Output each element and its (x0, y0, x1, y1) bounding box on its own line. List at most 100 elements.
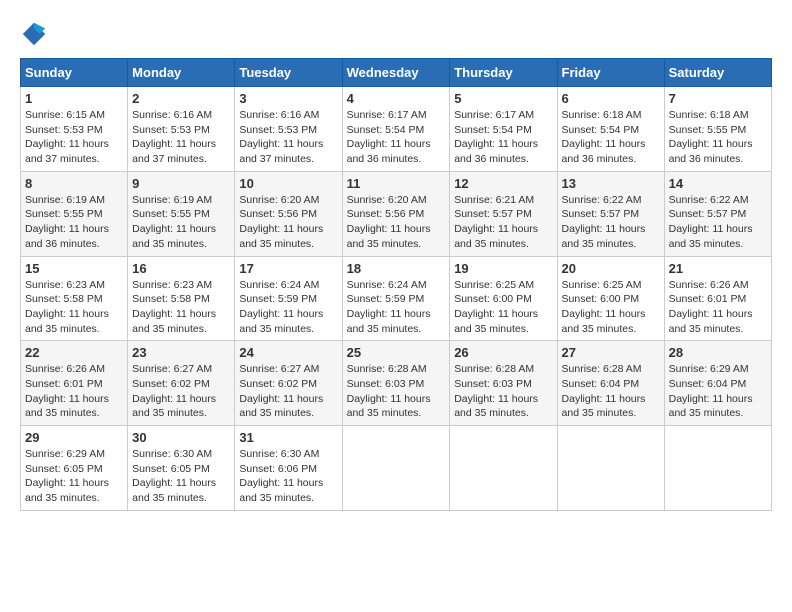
weekday-header: Friday (557, 59, 664, 87)
weekday-header: Monday (128, 59, 235, 87)
day-info: Sunrise: 6:23 AMSunset: 5:58 PMDaylight:… (132, 278, 230, 337)
calendar-day-cell: 7 Sunrise: 6:18 AMSunset: 5:55 PMDayligh… (664, 87, 771, 172)
day-info: Sunrise: 6:21 AMSunset: 5:57 PMDaylight:… (454, 193, 552, 252)
calendar-day-cell: 17 Sunrise: 6:24 AMSunset: 5:59 PMDaylig… (235, 256, 342, 341)
day-number: 21 (669, 261, 767, 276)
day-number: 14 (669, 176, 767, 191)
weekday-header: Thursday (450, 59, 557, 87)
day-info: Sunrise: 6:16 AMSunset: 5:53 PMDaylight:… (132, 108, 230, 167)
day-number: 1 (25, 91, 123, 106)
calendar-day-cell: 11 Sunrise: 6:20 AMSunset: 5:56 PMDaylig… (342, 171, 450, 256)
day-number: 2 (132, 91, 230, 106)
weekday-header: Wednesday (342, 59, 450, 87)
day-number: 23 (132, 345, 230, 360)
calendar-day-cell: 23 Sunrise: 6:27 AMSunset: 6:02 PMDaylig… (128, 341, 235, 426)
day-info: Sunrise: 6:30 AMSunset: 6:05 PMDaylight:… (132, 447, 230, 506)
calendar-week-row: 15 Sunrise: 6:23 AMSunset: 5:58 PMDaylig… (21, 256, 772, 341)
day-number: 30 (132, 430, 230, 445)
calendar-week-row: 22 Sunrise: 6:26 AMSunset: 6:01 PMDaylig… (21, 341, 772, 426)
day-number: 7 (669, 91, 767, 106)
day-info: Sunrise: 6:15 AMSunset: 5:53 PMDaylight:… (25, 108, 123, 167)
day-number: 29 (25, 430, 123, 445)
calendar-day-cell: 1 Sunrise: 6:15 AMSunset: 5:53 PMDayligh… (21, 87, 128, 172)
calendar-day-cell: 16 Sunrise: 6:23 AMSunset: 5:58 PMDaylig… (128, 256, 235, 341)
day-info: Sunrise: 6:29 AMSunset: 6:04 PMDaylight:… (669, 362, 767, 421)
day-info: Sunrise: 6:18 AMSunset: 5:54 PMDaylight:… (562, 108, 660, 167)
calendar-day-cell: 12 Sunrise: 6:21 AMSunset: 5:57 PMDaylig… (450, 171, 557, 256)
calendar-day-cell: 31 Sunrise: 6:30 AMSunset: 6:06 PMDaylig… (235, 426, 342, 511)
day-number: 16 (132, 261, 230, 276)
day-info: Sunrise: 6:27 AMSunset: 6:02 PMDaylight:… (132, 362, 230, 421)
calendar-day-cell: 22 Sunrise: 6:26 AMSunset: 6:01 PMDaylig… (21, 341, 128, 426)
day-number: 13 (562, 176, 660, 191)
day-number: 6 (562, 91, 660, 106)
calendar-day-cell: 19 Sunrise: 6:25 AMSunset: 6:00 PMDaylig… (450, 256, 557, 341)
day-info: Sunrise: 6:17 AMSunset: 5:54 PMDaylight:… (347, 108, 446, 167)
day-number: 24 (239, 345, 337, 360)
day-number: 18 (347, 261, 446, 276)
calendar-day-cell: 20 Sunrise: 6:25 AMSunset: 6:00 PMDaylig… (557, 256, 664, 341)
day-number: 20 (562, 261, 660, 276)
day-info: Sunrise: 6:25 AMSunset: 6:00 PMDaylight:… (562, 278, 660, 337)
calendar-day-cell: 25 Sunrise: 6:28 AMSunset: 6:03 PMDaylig… (342, 341, 450, 426)
day-number: 17 (239, 261, 337, 276)
calendar-week-row: 8 Sunrise: 6:19 AMSunset: 5:55 PMDayligh… (21, 171, 772, 256)
day-info: Sunrise: 6:29 AMSunset: 6:05 PMDaylight:… (25, 447, 123, 506)
weekday-header: Tuesday (235, 59, 342, 87)
calendar-day-cell: 15 Sunrise: 6:23 AMSunset: 5:58 PMDaylig… (21, 256, 128, 341)
calendar-day-cell (557, 426, 664, 511)
day-info: Sunrise: 6:28 AMSunset: 6:03 PMDaylight:… (347, 362, 446, 421)
day-number: 5 (454, 91, 552, 106)
calendar-day-cell: 5 Sunrise: 6:17 AMSunset: 5:54 PMDayligh… (450, 87, 557, 172)
calendar-day-cell: 28 Sunrise: 6:29 AMSunset: 6:04 PMDaylig… (664, 341, 771, 426)
calendar-day-cell: 13 Sunrise: 6:22 AMSunset: 5:57 PMDaylig… (557, 171, 664, 256)
day-info: Sunrise: 6:20 AMSunset: 5:56 PMDaylight:… (347, 193, 446, 252)
day-info: Sunrise: 6:19 AMSunset: 5:55 PMDaylight:… (25, 193, 123, 252)
page-header (20, 20, 772, 48)
calendar-day-cell: 4 Sunrise: 6:17 AMSunset: 5:54 PMDayligh… (342, 87, 450, 172)
day-info: Sunrise: 6:17 AMSunset: 5:54 PMDaylight:… (454, 108, 552, 167)
day-number: 15 (25, 261, 123, 276)
calendar-day-cell (342, 426, 450, 511)
day-info: Sunrise: 6:30 AMSunset: 6:06 PMDaylight:… (239, 447, 337, 506)
calendar-day-cell: 10 Sunrise: 6:20 AMSunset: 5:56 PMDaylig… (235, 171, 342, 256)
calendar-day-cell: 24 Sunrise: 6:27 AMSunset: 6:02 PMDaylig… (235, 341, 342, 426)
day-number: 19 (454, 261, 552, 276)
day-number: 9 (132, 176, 230, 191)
day-info: Sunrise: 6:20 AMSunset: 5:56 PMDaylight:… (239, 193, 337, 252)
logo (20, 20, 52, 48)
day-info: Sunrise: 6:28 AMSunset: 6:03 PMDaylight:… (454, 362, 552, 421)
calendar-day-cell: 21 Sunrise: 6:26 AMSunset: 6:01 PMDaylig… (664, 256, 771, 341)
calendar-day-cell: 26 Sunrise: 6:28 AMSunset: 6:03 PMDaylig… (450, 341, 557, 426)
day-number: 26 (454, 345, 552, 360)
calendar-day-cell: 14 Sunrise: 6:22 AMSunset: 5:57 PMDaylig… (664, 171, 771, 256)
day-info: Sunrise: 6:27 AMSunset: 6:02 PMDaylight:… (239, 362, 337, 421)
calendar-day-cell: 18 Sunrise: 6:24 AMSunset: 5:59 PMDaylig… (342, 256, 450, 341)
day-number: 31 (239, 430, 337, 445)
day-number: 8 (25, 176, 123, 191)
day-number: 3 (239, 91, 337, 106)
day-info: Sunrise: 6:22 AMSunset: 5:57 PMDaylight:… (669, 193, 767, 252)
calendar-table: SundayMondayTuesdayWednesdayThursdayFrid… (20, 58, 772, 511)
day-info: Sunrise: 6:18 AMSunset: 5:55 PMDaylight:… (669, 108, 767, 167)
day-number: 22 (25, 345, 123, 360)
day-info: Sunrise: 6:24 AMSunset: 5:59 PMDaylight:… (239, 278, 337, 337)
calendar-week-row: 1 Sunrise: 6:15 AMSunset: 5:53 PMDayligh… (21, 87, 772, 172)
calendar-header-row: SundayMondayTuesdayWednesdayThursdayFrid… (21, 59, 772, 87)
day-info: Sunrise: 6:26 AMSunset: 6:01 PMDaylight:… (25, 362, 123, 421)
day-number: 11 (347, 176, 446, 191)
calendar-day-cell: 9 Sunrise: 6:19 AMSunset: 5:55 PMDayligh… (128, 171, 235, 256)
day-number: 28 (669, 345, 767, 360)
day-info: Sunrise: 6:24 AMSunset: 5:59 PMDaylight:… (347, 278, 446, 337)
day-info: Sunrise: 6:19 AMSunset: 5:55 PMDaylight:… (132, 193, 230, 252)
day-info: Sunrise: 6:26 AMSunset: 6:01 PMDaylight:… (669, 278, 767, 337)
calendar-day-cell: 29 Sunrise: 6:29 AMSunset: 6:05 PMDaylig… (21, 426, 128, 511)
day-info: Sunrise: 6:28 AMSunset: 6:04 PMDaylight:… (562, 362, 660, 421)
calendar-day-cell: 6 Sunrise: 6:18 AMSunset: 5:54 PMDayligh… (557, 87, 664, 172)
calendar-day-cell (450, 426, 557, 511)
calendar-day-cell: 2 Sunrise: 6:16 AMSunset: 5:53 PMDayligh… (128, 87, 235, 172)
calendar-day-cell: 30 Sunrise: 6:30 AMSunset: 6:05 PMDaylig… (128, 426, 235, 511)
calendar-day-cell (664, 426, 771, 511)
day-number: 12 (454, 176, 552, 191)
weekday-header: Sunday (21, 59, 128, 87)
